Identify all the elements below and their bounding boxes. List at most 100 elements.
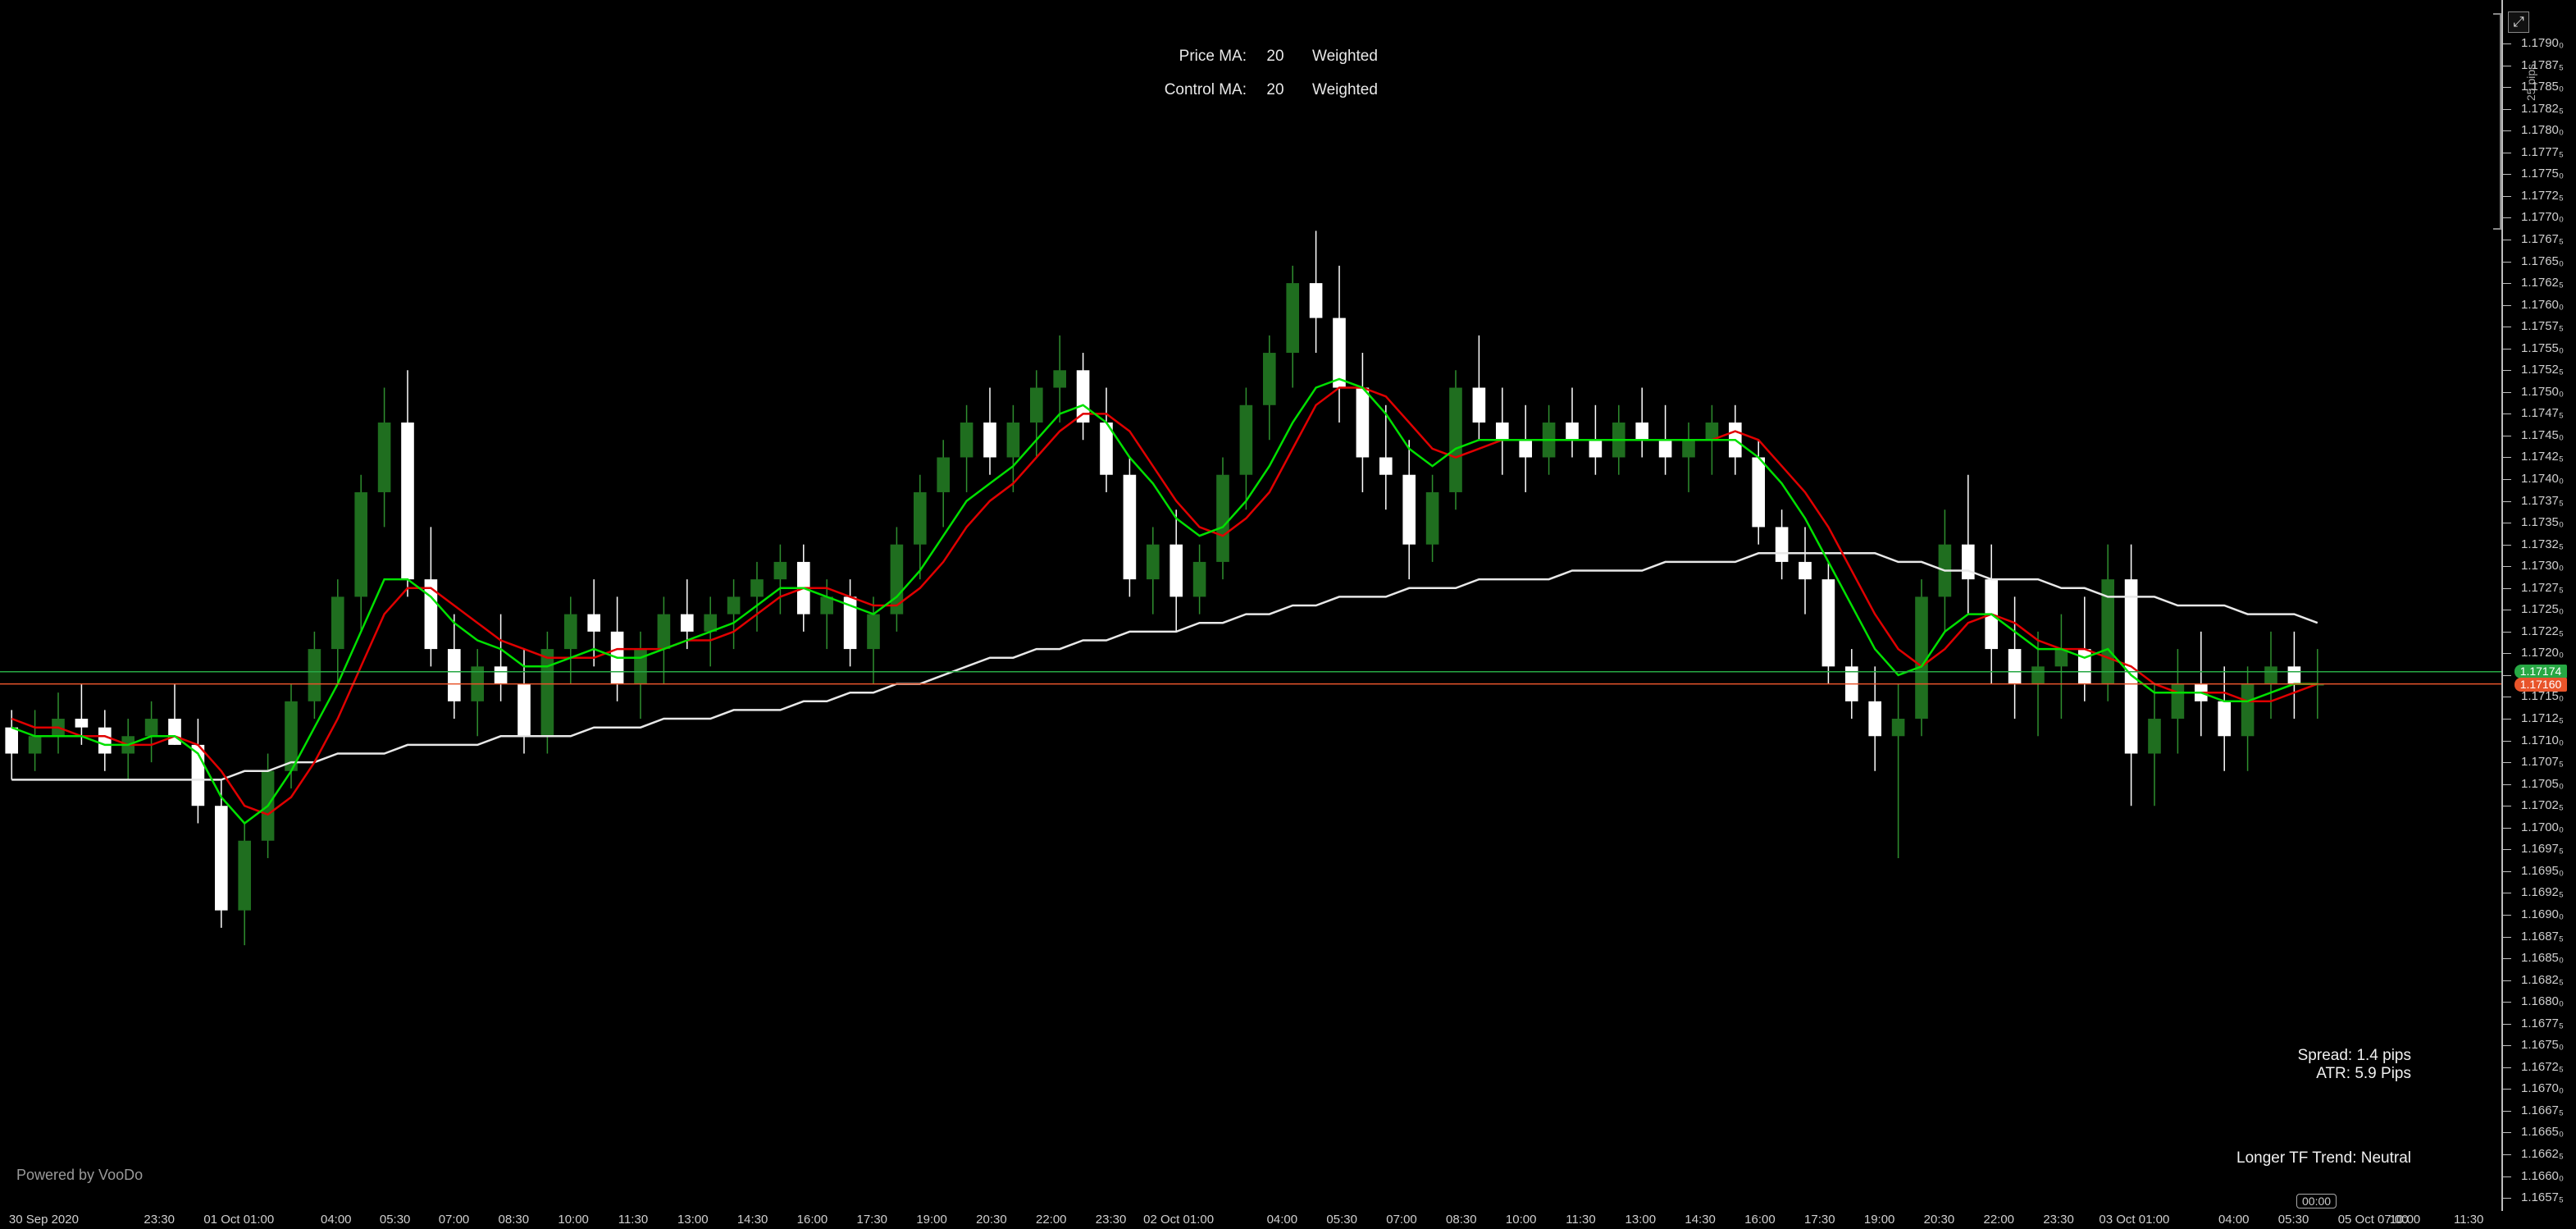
time-tick-label: 10:00	[558, 1213, 589, 1227]
time-tick-label: 04:00	[2218, 1213, 2250, 1227]
time-tick-label: 03 Oct 01:00	[2099, 1213, 2170, 1227]
candle-body	[750, 579, 764, 597]
price-tick-label: 1.1747₅	[2521, 406, 2564, 421]
candle-body	[5, 727, 19, 754]
control-ma-period[interactable]: 20	[1247, 81, 1304, 99]
candle-body	[937, 457, 951, 492]
price-ma-type[interactable]: Weighted	[1304, 48, 1394, 66]
candle-body	[168, 719, 181, 745]
price-chart[interactable]	[0, 0, 2501, 1211]
control-ma-line	[11, 386, 2318, 816]
price-axis[interactable]: 25 pips 1.1657₅ 1.1660₀ 1.1662₅ 1.1665₀ 1.16…	[2493, 0, 2576, 1211]
time-tick-label: 11:30	[1566, 1213, 1596, 1227]
ask-price-tag: 1.17160	[2514, 677, 2567, 692]
price-tick-label: 1.1672₅	[2521, 1059, 2564, 1074]
candle-body	[1192, 561, 1206, 597]
candle-body	[1775, 527, 1789, 562]
candle-body	[1309, 283, 1323, 318]
time-tick-label: 20:30	[1923, 1213, 1955, 1227]
candle-body	[98, 727, 112, 754]
time-tick-label: 30 Sep 2020	[8, 1213, 79, 1227]
price-tick-label: 1.1697₅	[2521, 842, 2564, 857]
price-tick-label: 1.1740₀	[2521, 472, 2565, 487]
price-tick-label: 1.1735₀	[2521, 515, 2565, 530]
candle-body	[1449, 387, 1462, 492]
candle-body	[1566, 423, 1579, 441]
price-tick-mark	[2503, 174, 2511, 176]
price-tick-label: 1.1687₅	[2521, 929, 2564, 943]
candle-body	[1799, 561, 1812, 580]
candle-body	[563, 614, 577, 650]
time-tick-label: 16:00	[796, 1213, 828, 1227]
time-tick-label: 23:30	[144, 1213, 175, 1227]
price-tick-mark	[2503, 43, 2511, 45]
price-tick-label: 1.1707₅	[2521, 755, 2564, 770]
price-tick-mark	[2503, 566, 2511, 568]
price-tick-mark	[2503, 1198, 2511, 1199]
chart-area[interactable]: Price MA: 20 Weighted Control MA: 20 Wei…	[0, 0, 2501, 1211]
time-axis[interactable]: 30 Sep 2020 23:30 01 Oct 01:00 04:00 05:30 07…	[0, 1211, 2501, 1229]
candle-body	[1169, 544, 1183, 597]
price-tick-label: 1.1700₀	[2521, 820, 2565, 834]
spread-text: Spread: 1.4 pips	[2297, 1047, 2411, 1064]
control-ma-type[interactable]: Weighted	[1304, 81, 1394, 99]
price-tick-mark	[2503, 87, 2511, 89]
price-tick-label: 1.1790₀	[2521, 36, 2565, 51]
price-tick-label: 1.1780₀	[2521, 123, 2565, 138]
candle-body	[2264, 666, 2277, 684]
time-tick-label: 07:00	[1386, 1213, 1417, 1227]
candle-body	[1658, 440, 1672, 458]
time-tick-label: 07:00	[438, 1213, 470, 1227]
candle-body	[1379, 457, 1393, 475]
time-tick-label: 17:30	[856, 1213, 888, 1227]
candle-body	[727, 596, 741, 614]
price-ma-period[interactable]: 20	[1247, 48, 1304, 66]
price-tick-label: 1.1775₀	[2521, 167, 2565, 181]
price-tick-label: 1.1685₀	[2521, 951, 2565, 966]
price-tick-mark	[2503, 936, 2511, 938]
price-tick-label: 1.1702₅	[2521, 798, 2564, 813]
candle-body	[1961, 544, 1975, 580]
price-tick-label: 1.1785₀	[2521, 80, 2565, 94]
price-tick-label: 1.1690₀	[2521, 907, 2565, 921]
price-tick-label: 1.1742₅	[2521, 450, 2564, 464]
candle-body	[2148, 719, 2161, 754]
candle-body	[1402, 474, 1416, 545]
candle-body	[680, 614, 694, 632]
price-tick-mark	[2503, 217, 2511, 219]
time-tick-label: 05:30	[2277, 1213, 2309, 1227]
price-tick-mark	[2503, 261, 2511, 263]
price-tick-mark	[2503, 1110, 2511, 1112]
price-tick-label: 1.1675₀	[2521, 1038, 2565, 1053]
price-tick-label: 1.1770₀	[2521, 210, 2565, 225]
price-tick-mark	[2503, 544, 2511, 546]
price-tick-mark	[2503, 1067, 2511, 1068]
price-tick-label: 1.1695₀	[2521, 863, 2565, 878]
time-tick-label: 20:30	[976, 1213, 1007, 1227]
price-tick-mark	[2503, 1176, 2511, 1177]
candle-body	[75, 719, 89, 728]
time-tick-label: 19:00	[916, 1213, 947, 1227]
candle-body	[238, 840, 252, 911]
control-ma-label: Control MA:	[1164, 80, 1247, 98]
price-tick-label: 1.1772₅	[2521, 188, 2564, 203]
price-tick-label: 1.1667₅	[2521, 1103, 2564, 1117]
time-tick-label: 10:00	[1505, 1213, 1537, 1227]
time-tick-label: 05:30	[379, 1213, 411, 1227]
price-ma-row: Price MA: 20 Weighted	[1132, 39, 1394, 73]
candle-body	[634, 649, 647, 684]
candle-body	[1519, 440, 1533, 458]
time-tick-label: 22:00	[1035, 1213, 1067, 1227]
price-tick-mark	[2503, 457, 2511, 459]
candle-body	[1356, 387, 1370, 458]
candle-body	[1635, 423, 1649, 441]
candle-body	[2241, 683, 2255, 737]
price-tick-mark	[2503, 370, 2511, 372]
candle-body	[1682, 440, 1695, 458]
price-tick-label: 1.1712₅	[2521, 711, 2564, 726]
candle-body	[1891, 719, 1905, 737]
candle-body	[1239, 404, 1253, 475]
price-tick-mark	[2503, 653, 2511, 655]
price-tick-mark	[2503, 958, 2511, 960]
time-tick-label: 02 Oct 01:00	[1143, 1213, 1215, 1227]
